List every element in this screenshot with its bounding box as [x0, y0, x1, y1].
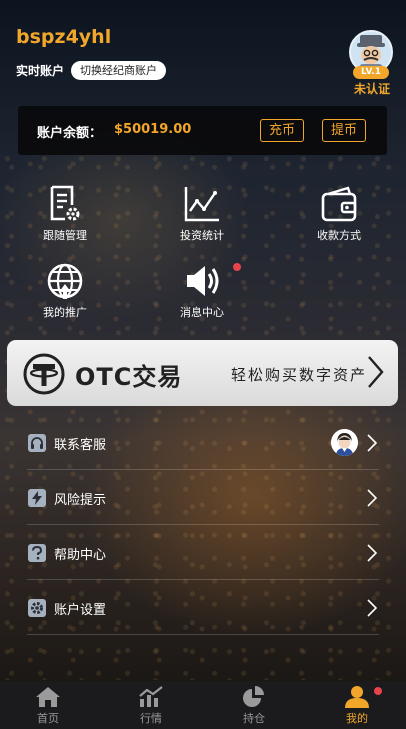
menu-item-message-center[interactable]: 消息中心 — [157, 262, 247, 320]
withdraw-button[interactable]: 提币 — [322, 119, 366, 142]
account-row: 实时账户 切换经纪商账户 — [16, 61, 167, 80]
list-item-risk-warning[interactable]: 风险提示 — [27, 470, 379, 525]
customer-service-avatar — [331, 429, 358, 456]
document-gear-icon — [50, 185, 80, 221]
tab-notification-dot — [374, 687, 382, 695]
tab-label: 行情 — [140, 712, 162, 725]
switch-broker-account-button[interactable]: 切换经纪商账户 — [71, 61, 167, 80]
gear-icon — [28, 599, 46, 617]
chevron-right-icon — [367, 599, 377, 617]
pie-chart-icon — [243, 686, 264, 707]
user-avatar[interactable]: LV.1 未认证 — [349, 30, 395, 97]
menu-label: 消息中心 — [180, 306, 224, 319]
line-chart-icon — [184, 187, 219, 222]
menu-label: 跟随管理 — [43, 229, 87, 242]
menu-label: 我的推广 — [43, 306, 87, 319]
tab-mine[interactable]: 我的 — [317, 686, 397, 726]
tether-icon — [23, 353, 65, 395]
level-badge: LV.1 — [353, 66, 389, 79]
headset-icon — [28, 434, 46, 452]
tab-positions[interactable]: 持仓 — [214, 686, 294, 726]
account-type-label: 实时账户 — [16, 64, 65, 78]
chevron-right-icon — [367, 544, 377, 562]
chevron-right-icon — [367, 434, 377, 452]
menu-item-follow-management[interactable]: 跟随管理 — [20, 185, 110, 243]
list-item-account-settings[interactable]: 账户设置 — [27, 580, 379, 635]
wallet-icon — [321, 186, 357, 222]
list-label: 账户设置 — [54, 603, 107, 618]
message-unread-dot — [233, 263, 241, 271]
list-item-customer-service[interactable]: 联系客服 — [27, 415, 379, 470]
globe-icon — [47, 263, 83, 299]
market-chart-icon — [139, 686, 163, 707]
menu-label: 收款方式 — [317, 229, 361, 242]
balance-label: 账户余额： — [37, 126, 103, 141]
list-label: 帮助中心 — [54, 548, 107, 563]
tab-market[interactable]: 行情 — [111, 686, 191, 726]
menu-item-payment-methods[interactable]: 收款方式 — [294, 185, 384, 243]
tab-label: 首页 — [37, 712, 59, 725]
home-icon — [36, 687, 60, 707]
otc-subtitle: 轻松购买数字资产 — [231, 366, 368, 384]
tab-label: 持仓 — [243, 712, 265, 725]
verify-status[interactable]: 未认证 — [349, 80, 395, 97]
menu-item-investment-stats[interactable]: 投资统计 — [157, 185, 247, 243]
tab-home[interactable]: 首页 — [8, 686, 88, 726]
list-label: 联系客服 — [54, 438, 107, 453]
deposit-button[interactable]: 充币 — [260, 119, 304, 142]
otc-banner[interactable]: OTC交易 轻松购买数字资产 — [7, 340, 398, 406]
speaker-icon — [187, 266, 219, 296]
user-icon — [345, 686, 369, 708]
question-icon — [28, 544, 46, 562]
menu-item-my-promotion[interactable]: 我的推广 — [20, 262, 110, 320]
username: bspz4yhl — [16, 26, 112, 48]
chevron-right-icon — [368, 356, 384, 388]
balance-bar: 账户余额： $50019.00 充币 提币 — [18, 106, 387, 155]
chevron-right-icon — [367, 489, 377, 507]
list-label: 风险提示 — [54, 493, 107, 508]
balance-value: $50019.00 — [114, 122, 192, 137]
list-item-help-center[interactable]: 帮助中心 — [27, 525, 379, 580]
tab-label: 我的 — [346, 712, 368, 725]
lightning-icon — [28, 489, 46, 507]
menu-label: 投资统计 — [180, 229, 224, 242]
bottom-tab-bar: 首页 行情 持仓 我的 — [0, 681, 406, 729]
otc-title: OTC交易 — [75, 363, 183, 391]
